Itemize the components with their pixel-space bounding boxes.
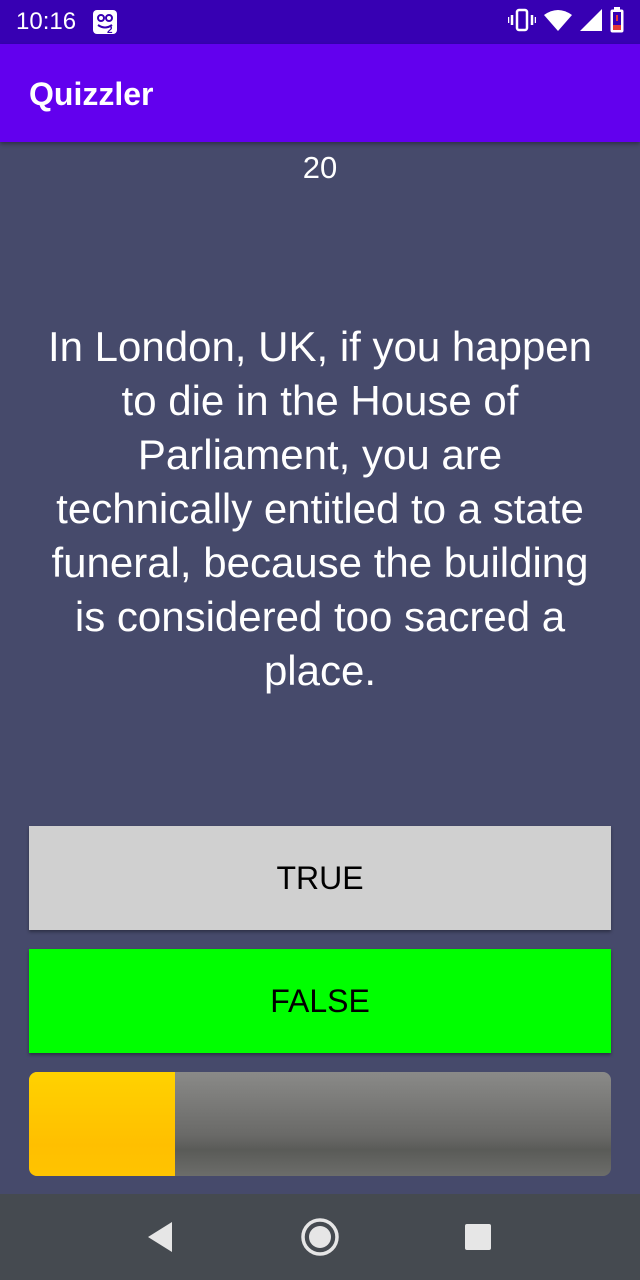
score-counter: 20 [302, 150, 338, 185]
vibrate-icon [507, 8, 537, 37]
app-title: Quizzler [29, 76, 154, 112]
back-icon[interactable] [144, 1220, 176, 1254]
home-icon[interactable] [300, 1217, 340, 1257]
status-bar: 10:16 2 [0, 0, 640, 44]
status-time: 10:16 [16, 8, 77, 35]
progress-fill [29, 1072, 175, 1176]
app-bar: Quizzler [0, 44, 640, 142]
question-text: In London, UK, if you happen to die in t… [47, 323, 593, 694]
battery-low-icon [610, 6, 624, 38]
progress-bar [29, 1072, 611, 1176]
emulator-notification-icon: 2 [92, 9, 118, 36]
true-button[interactable]: TRUE [29, 826, 611, 930]
false-button[interactable]: FALSE [29, 949, 611, 1053]
navigation-bar [0, 1194, 640, 1280]
status-icons [507, 6, 624, 38]
screen: 10:16 2 Quizzler 20 In London, UK, if yo… [0, 0, 640, 1280]
cell-signal-icon [580, 8, 602, 36]
wifi-icon [544, 9, 572, 36]
svg-text:2: 2 [107, 25, 113, 35]
recents-icon[interactable] [465, 1224, 491, 1250]
